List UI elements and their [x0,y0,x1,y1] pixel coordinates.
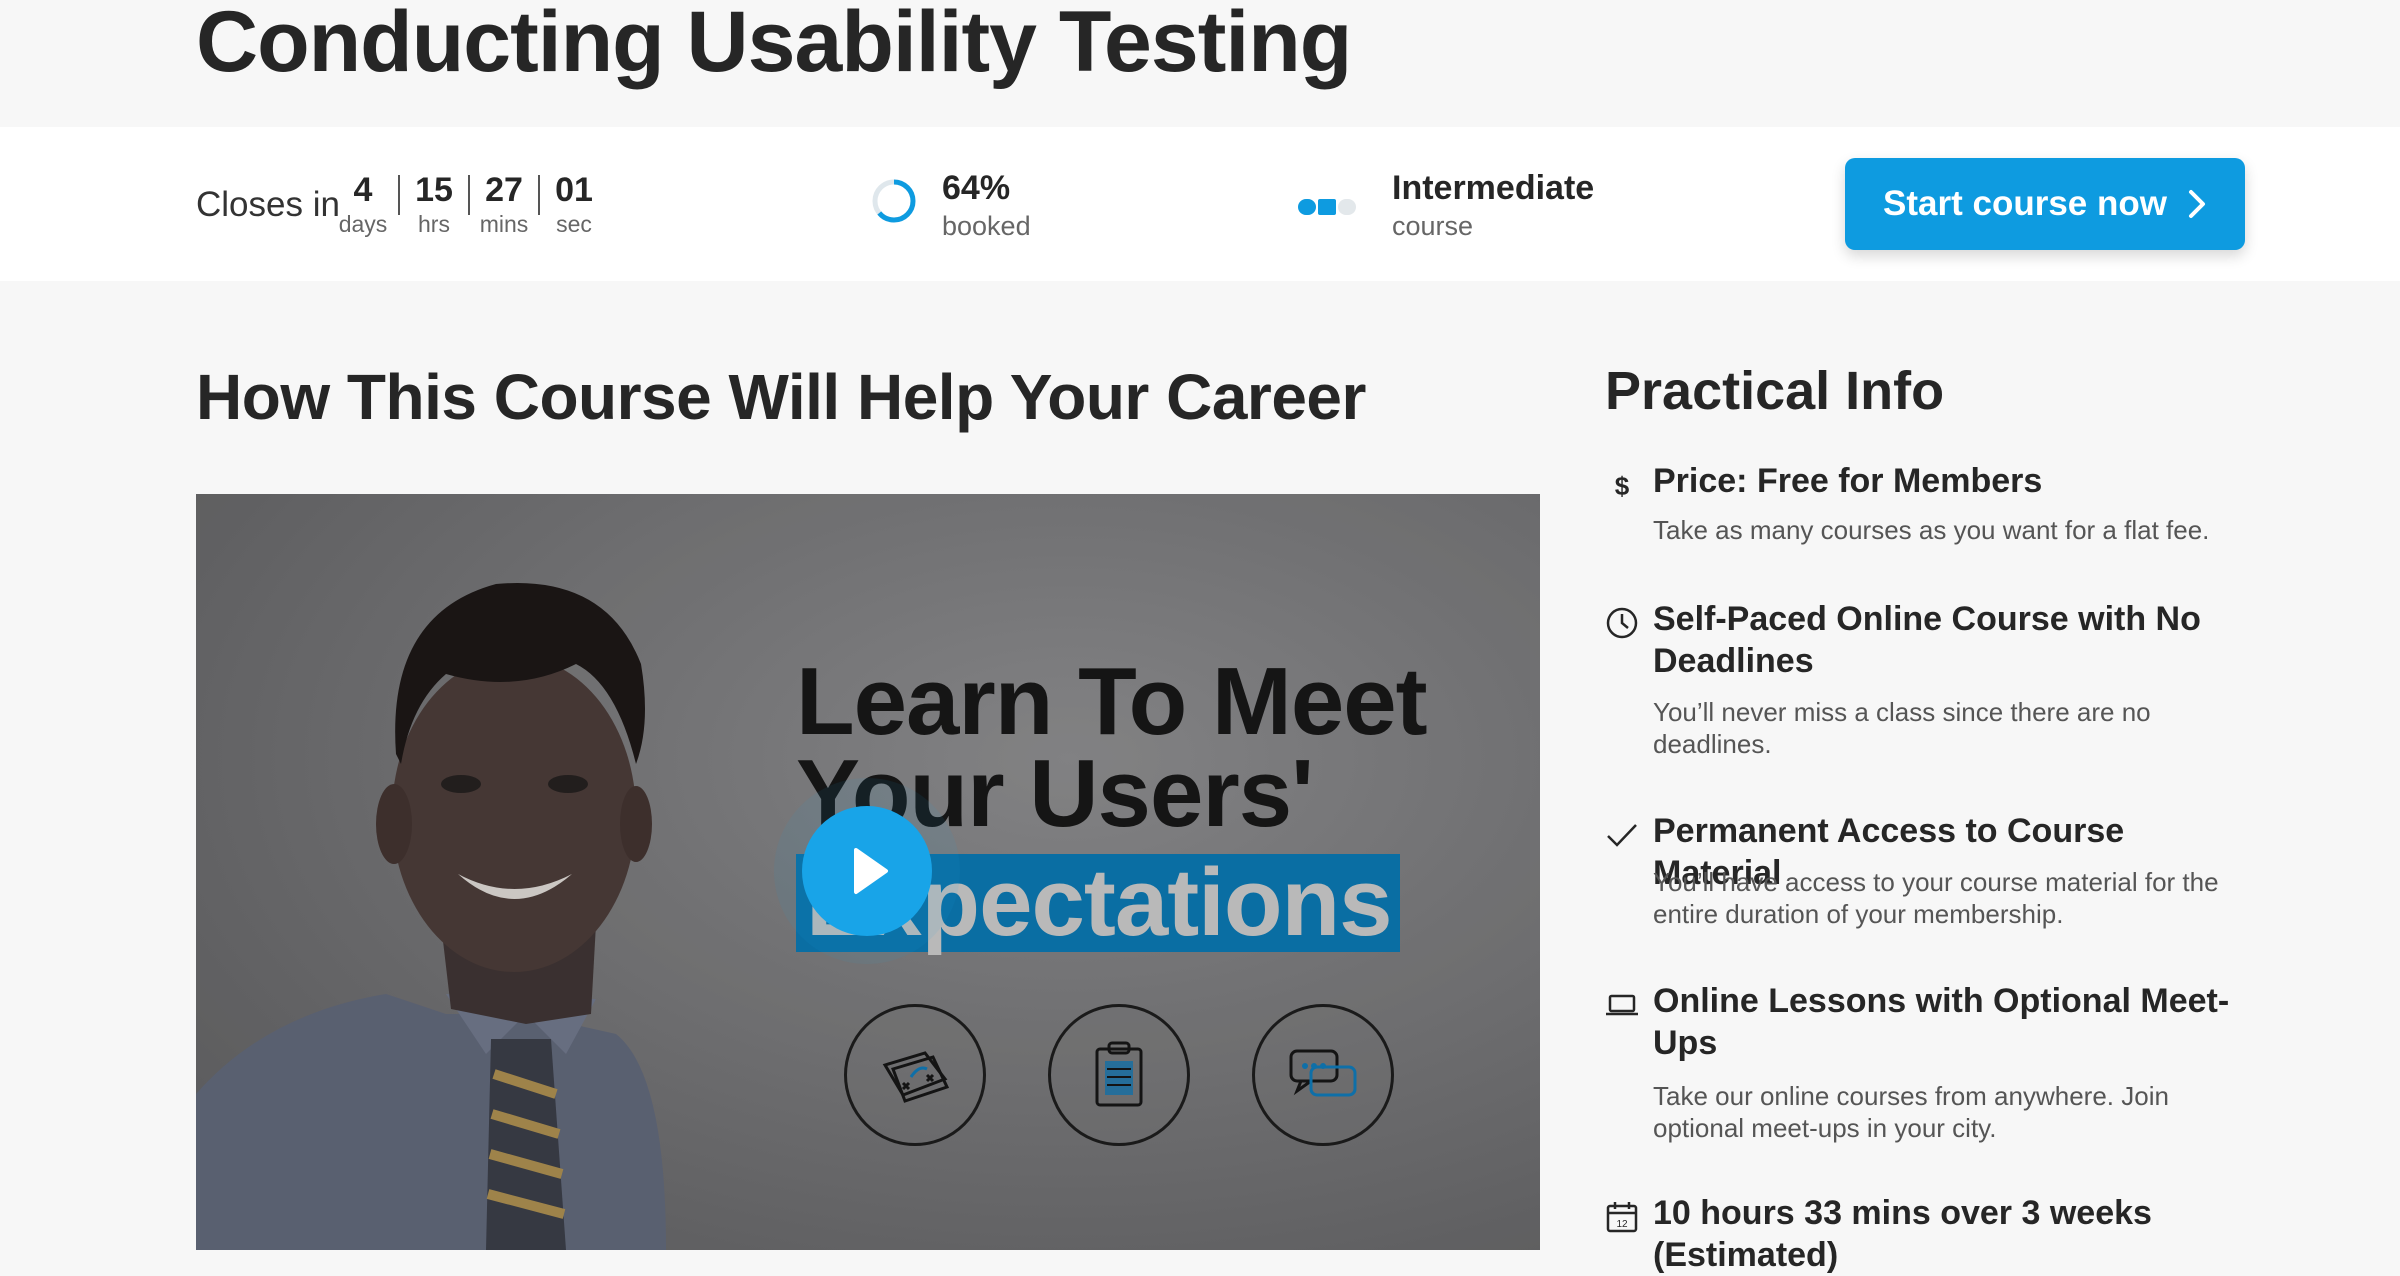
countdown-days-unit: days [338,211,388,237]
laptop-icon [1606,994,1638,1016]
svg-text:$: $ [1615,471,1630,501]
booked-label: booked [942,211,1031,241]
countdown-hours: 15 hrs [399,171,469,239]
countdown-minutes-value: 27 [485,171,523,209]
checkmark-icon [1607,824,1637,847]
play-button[interactable] [802,806,932,936]
clock-icon [1606,607,1638,639]
closes-in-label: Closes in [196,185,340,224]
info-item-title: Online Lessons with Optional Meet-Ups [1653,982,2230,1062]
course-level: Intermediate [1392,169,1595,207]
info-item-title: 10 hours 33 mins over 3 weeks (Estimated… [1653,1194,2152,1274]
countdown-minutes: 27 mins [469,171,539,239]
countdown-seconds-unit: sec [556,211,592,237]
svg-text:12: 12 [1616,1219,1628,1230]
course-level-label: course [1392,211,1474,241]
level-bars-icon [1298,199,1356,215]
chat-icon [1289,1049,1357,1097]
info-item-desc: You’ll never miss a class since there ar… [1653,697,2151,759]
info-item-title: Self-Paced Online Course with No Deadlin… [1653,600,2201,680]
booked-percent: 64% [942,169,1011,207]
course-video-player[interactable]: Learn To Meet Your Users' Expectations [196,494,1540,1250]
chat-feature-badge [1252,1004,1394,1146]
page-title: Conducting Usability Testing [196,0,1352,90]
course-status-bar: Closes in 4 days 15 hrs 27 mins 01 sec 6… [0,127,2400,281]
video-title-line-1: Learn To Meet [796,648,1428,755]
countdown-seconds: 01 sec [539,171,609,239]
career-section-heading: How This Course Will Help Your Career [196,361,1366,433]
start-course-label: Start course now [1883,184,2167,223]
countdown-days: 4 days [328,171,398,239]
info-item-desc: Take as many courses as you want for a f… [1653,515,2210,545]
chevron-right-icon [2188,190,2205,218]
info-item-desc: Take our online courses from anywhere. J… [1653,1081,2169,1143]
countdown-seconds-value: 01 [555,171,593,209]
practical-info-heading: Practical Info [1605,361,1945,421]
map-feature-badge [844,1004,986,1146]
title-band: Conducting Usability Testing [0,0,2400,127]
countdown-hours-value: 15 [415,171,453,209]
calendar-icon: 12 [1606,1202,1638,1233]
countdown-minutes-unit: mins [479,211,529,237]
countdown-hours-unit: hrs [418,211,450,237]
info-item-title: Price: Free for Members [1653,462,2043,500]
countdown-days-value: 4 [353,171,373,209]
map-icon [882,1051,950,1103]
clipboard-feature-badge [1048,1004,1190,1146]
play-icon [854,848,888,894]
start-course-button[interactable]: Start course now [1845,158,2245,250]
booked-progress-ring-icon [872,179,916,223]
info-item-desc: You’ll have access to your course materi… [1653,867,2219,929]
clipboard-icon [1095,1041,1143,1107]
dollar-icon: $ [1615,471,1630,501]
